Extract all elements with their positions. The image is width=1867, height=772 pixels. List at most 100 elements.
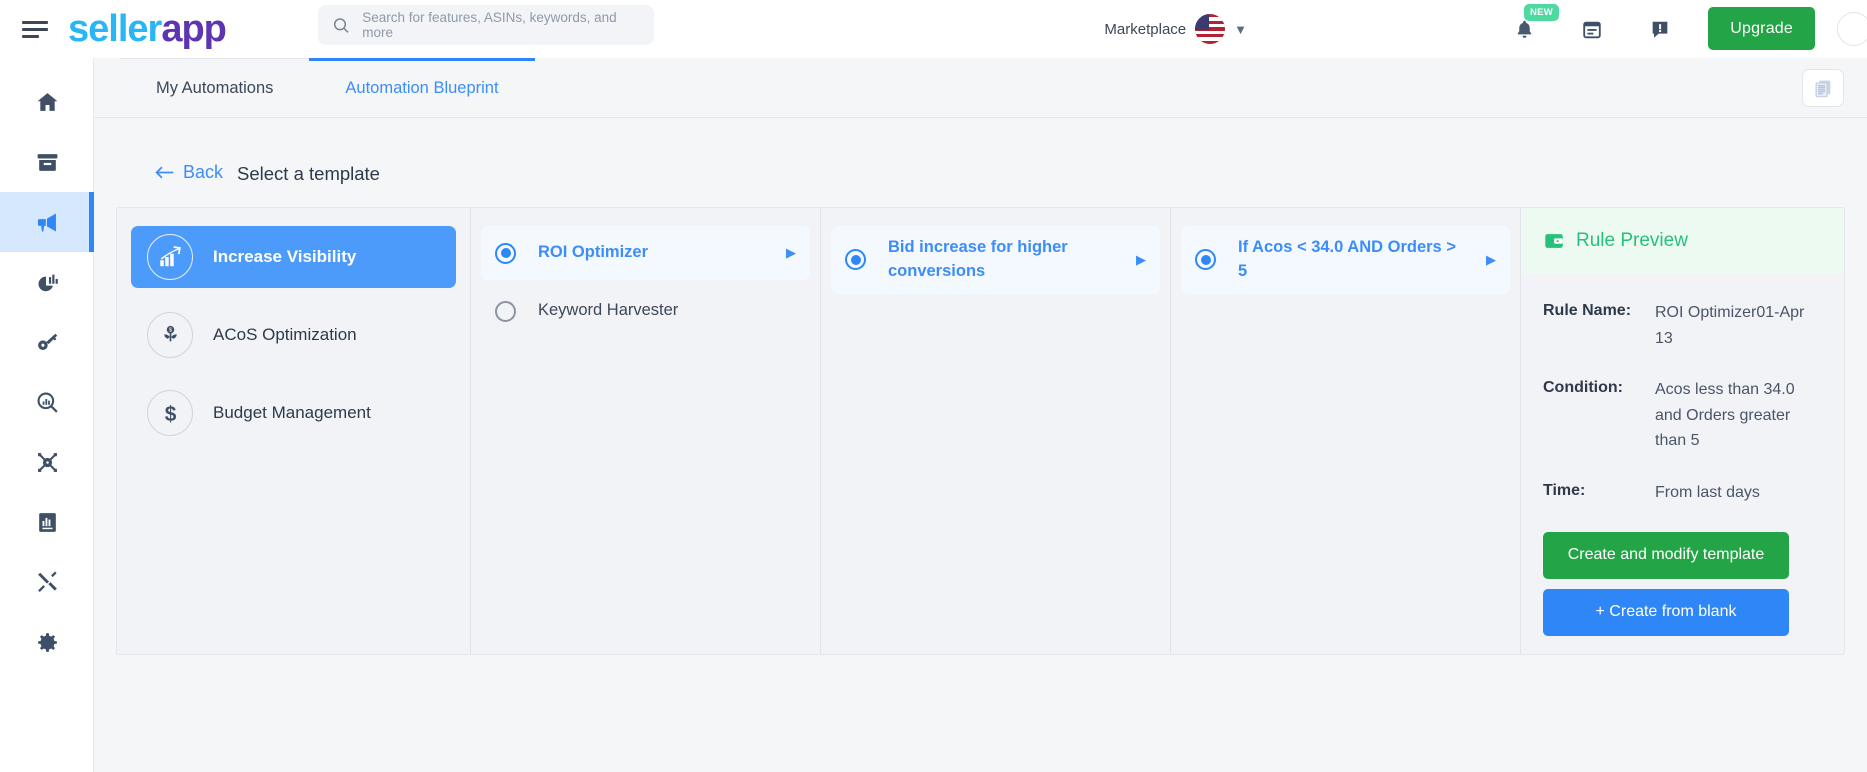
svg-text:$: $ — [168, 327, 171, 333]
sellerapp-logo[interactable]: sellerapp — [68, 8, 227, 50]
logo-text-seller: seller — [68, 8, 162, 50]
condition-option-acos-orders[interactable]: If Acos < 34.0 AND Orders > 5 ▶ — [1181, 226, 1510, 294]
main-content: My Automations Automation Blueprint Back… — [94, 58, 1867, 772]
notifications-bell-icon[interactable]: NEW — [1514, 3, 1560, 41]
radio-button[interactable] — [495, 242, 516, 264]
column-strategies: Bid increase for higher conversions ▶ — [820, 208, 1170, 654]
hamburger-icon[interactable] — [22, 18, 48, 40]
tab-automation-blueprint[interactable]: Automation Blueprint — [309, 58, 535, 117]
field-value: ROI Optimizer01-Apr 13 — [1655, 304, 1805, 347]
radio-button[interactable] — [495, 300, 516, 322]
strategy-option-bid-increase[interactable]: Bid increase for higher conversions ▶ — [831, 226, 1160, 294]
dollar-sign-icon: $ — [147, 390, 193, 436]
calendar-icon[interactable] — [1581, 18, 1603, 41]
calendar-glyph-icon — [1583, 21, 1601, 38]
field-value: From last days — [1655, 483, 1760, 501]
category-acos-optimization[interactable]: $ ACoS Optimization — [131, 304, 456, 366]
search-icon — [333, 17, 349, 33]
search-placeholder-text: Search for features, ASINs, keywords, an… — [362, 10, 617, 40]
template-label: Keyword Harvester — [538, 301, 679, 320]
breadcrumb: Back Select a template — [116, 118, 1845, 207]
column-rule-preview: Rule Preview Rule Name: ROI Optimizer01-… — [1520, 208, 1844, 654]
category-label: ACoS Optimization — [213, 325, 357, 344]
sidebar-item-settings[interactable] — [0, 612, 94, 672]
field-key: Time: — [1543, 481, 1586, 499]
sidebar-item-products[interactable] — [0, 132, 94, 192]
chevron-down-icon: ▼ — [1234, 21, 1247, 37]
chevron-right-icon: ▶ — [786, 245, 796, 260]
chevron-right-icon: ▶ — [1136, 251, 1146, 267]
search-insights-icon — [36, 391, 58, 413]
back-label: Back — [183, 162, 224, 182]
sidebar-item-home[interactable] — [0, 72, 94, 132]
logo-text-app: app — [161, 8, 227, 50]
rule-preview-header: Rule Preview — [1521, 208, 1844, 274]
radio-button[interactable] — [1195, 249, 1216, 271]
marketplace-selector[interactable]: Marketplace ▼ — [1104, 0, 1247, 58]
template-option-keyword-harvester[interactable]: Keyword Harvester — [481, 284, 810, 338]
category-budget-management[interactable]: $ Budget Management — [131, 382, 456, 444]
sidebar-item-tools[interactable] — [0, 552, 94, 612]
radio-button[interactable] — [845, 249, 866, 271]
sidebar-item-analytics[interactable] — [0, 252, 94, 312]
campaign-megaphone-icon — [37, 213, 56, 231]
key-icon — [37, 333, 57, 350]
header-icon-group: NEW — [1514, 0, 1671, 58]
condition-label: If Acos < 34.0 AND Orders > 5 — [1238, 238, 1456, 280]
field-value: Acos less than 34.0 and Orders greater t… — [1655, 381, 1795, 450]
new-badge: NEW — [1524, 3, 1560, 21]
create-from-blank-button[interactable]: + Create from blank — [1543, 588, 1789, 636]
money-plant-glyph-icon: $ — [163, 325, 177, 341]
sidebar-item-network[interactable] — [0, 432, 94, 492]
bell-glyph-icon — [1517, 20, 1532, 38]
wallet-preview-icon — [1545, 234, 1563, 248]
copy-documents-button[interactable] — [1802, 69, 1844, 107]
template-option-roi-optimizer[interactable]: ROI Optimizer ▶ — [481, 226, 810, 280]
announcement-icon[interactable] — [1649, 18, 1671, 41]
money-plant-icon: $ — [147, 312, 193, 358]
sidebar-item-research[interactable] — [0, 372, 94, 432]
back-button[interactable]: Back — [154, 162, 223, 183]
home-icon — [37, 92, 57, 111]
rule-preview-field-rule-name: Rule Name: ROI Optimizer01-Apr 13 — [1543, 300, 1822, 351]
chevron-right-icon: ▶ — [1486, 251, 1496, 267]
rule-preview-field-condition: Condition: Acos less than 34.0 and Order… — [1543, 377, 1822, 454]
dollar-glyph-icon: $ — [164, 402, 176, 425]
us-flag-icon — [1195, 14, 1226, 44]
category-increase-visibility[interactable]: Increase Visibility — [131, 226, 456, 288]
gear-icon — [37, 632, 57, 652]
strategy-label: Bid increase for higher conversions — [888, 238, 1068, 280]
column-categories: Increase Visibility $ ACoS Optimization … — [117, 208, 470, 654]
page-title: Select a template — [237, 163, 380, 184]
sidebar-item-reports[interactable] — [0, 492, 94, 552]
category-label: Budget Management — [213, 403, 371, 422]
tab-my-automations[interactable]: My Automations — [120, 58, 310, 117]
upgrade-button[interactable]: Upgrade — [1708, 7, 1815, 50]
rule-preview-field-time: Time: From last days — [1543, 480, 1822, 506]
avatar[interactable] — [1837, 12, 1867, 46]
left-sidebar — [0, 58, 94, 772]
column-templates: ROI Optimizer ▶ Keyword Harvester — [470, 208, 820, 654]
top-header: sellerapp Search for features, ASINs, ke… — [0, 0, 1867, 58]
sidebar-item-advertising[interactable] — [0, 192, 94, 252]
svg-text:$: $ — [164, 402, 176, 425]
tools-hammer-icon — [37, 570, 57, 592]
archive-box-icon — [37, 153, 57, 171]
search-input[interactable]: Search for features, ASINs, keywords, an… — [318, 5, 654, 45]
sidebar-item-keywords[interactable] — [0, 312, 94, 372]
template-label: ROI Optimizer — [538, 243, 649, 262]
app-root: sellerapp Search for features, ASINs, ke… — [0, 0, 1867, 772]
report-document-icon — [38, 512, 56, 532]
trending-chart-glyph-icon — [160, 246, 181, 267]
column-conditions: If Acos < 34.0 AND Orders > 5 ▶ — [1170, 208, 1520, 654]
marketplace-label: Marketplace — [1104, 20, 1187, 38]
field-key: Condition: — [1543, 379, 1623, 397]
create-and-modify-template-button[interactable]: Create and modify template — [1543, 531, 1789, 579]
arrow-left-icon — [155, 166, 174, 179]
category-label: Increase Visibility — [213, 247, 357, 266]
template-selection-board: Increase Visibility $ ACoS Optimization … — [116, 207, 1845, 655]
rule-preview-body: Rule Name: ROI Optimizer01-Apr 13 Condit… — [1521, 274, 1844, 636]
hub-network-icon — [37, 452, 57, 472]
pie-chart-icon — [38, 274, 58, 291]
copy-documents-icon — [1815, 80, 1831, 98]
